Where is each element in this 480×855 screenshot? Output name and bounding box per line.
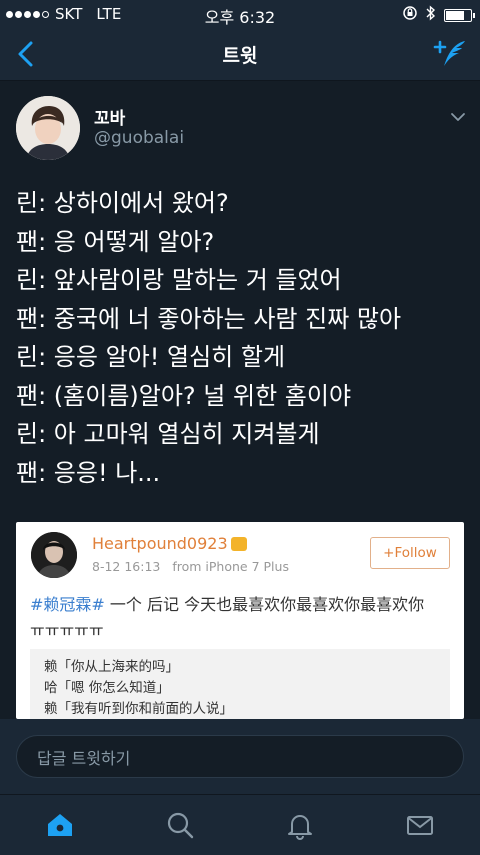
quoted-username: Heartpound0923 [92,534,247,553]
avatar[interactable] [16,96,80,160]
badge-icon [230,536,247,551]
quoted-text-body: 一个 后记 今天也最喜欢你最喜欢你最喜欢你 [104,595,425,614]
home-icon[interactable] [44,809,76,841]
tweet-line: 팬: 응 어떻게 알아? [16,227,215,256]
display-name[interactable]: 꼬바 [94,104,125,129]
compose-tweet-icon[interactable] [432,38,468,70]
tweet-line: 팬: (홈이름)알아? 널 위한 홈이야 [16,381,352,410]
follow-button: +Follow [370,537,450,569]
attached-image[interactable]: Heartpound0923 8-12 16:13 from iPhone 7 … [16,522,464,719]
quoted-date: 8-12 16:13 [92,559,161,574]
mail-icon[interactable] [404,809,436,841]
quoted-avatar [31,532,77,578]
quoted-repost-box: 赖「你从上海来的吗」 哈「嗯 你怎么知道」 赖「我有听到你和前面的人说」 [30,649,450,719]
status-right [402,5,475,25]
quoted-username-text: Heartpound0923 [92,534,228,553]
page-title: 트윗 [222,45,258,67]
bluetooth-icon [426,5,436,25]
repost-line: 赖「我有听到你和前面的人说」 [44,701,233,717]
user-handle[interactable]: @guobalai [94,128,184,148]
search-icon[interactable] [164,809,196,841]
nav-bar: 트윗 [0,28,480,81]
quoted-source: from iPhone 7 Plus [172,559,289,574]
tweet-text: 린: 상하이에서 왔어? 팬: 응 어떻게 알아? 린: 앞사람이랑 말하는 거… [16,184,466,492]
tweet-header: 꼬바 @guobalai [16,96,466,162]
tweet-line: 린: 응응 알아! 열심히 할게 [16,343,286,371]
repost-line: 哈「嗯 你怎么知道」 [44,680,170,696]
repost-line: 赖「你从上海来的吗」 [44,659,179,675]
status-bar: SKT LTE 오후 6:32 [0,0,480,28]
reply-bar: 답글 트윗하기 [0,719,480,794]
tweet-line: 팬: 중국에 너 좋아하는 사람 진짜 많아 [16,304,402,333]
tweet-line: 린: 앞사람이랑 말하는 거 들었어 [16,266,342,294]
quoted-text-line2: ㅠㅠㅠㅠㅠ [30,621,104,640]
tweet-line: 팬: 응응! 나... [16,458,161,487]
chevron-down-icon[interactable] [450,108,466,121]
quoted-hashtag: #赖冠霖# [30,595,105,614]
reply-input[interactable]: 답글 트윗하기 [16,735,464,778]
tab-bar [0,794,480,855]
tweet-line: 린: 상하이에서 왔어? [16,189,229,217]
tweet-line: 린: 아 고마워 열심히 지켜볼게 [16,420,320,448]
bell-icon[interactable] [284,809,316,841]
battery-icon [444,8,475,22]
quoted-meta: 8-12 16:13 from iPhone 7 Plus [92,559,289,574]
orientation-lock-icon [402,5,418,25]
reply-placeholder: 답글 트윗하기 [37,748,131,768]
quoted-text: #赖冠霖# 一个 后记 今天也最喜欢你最喜欢你最喜欢你 ㅠㅠㅠㅠㅠ [30,592,456,644]
